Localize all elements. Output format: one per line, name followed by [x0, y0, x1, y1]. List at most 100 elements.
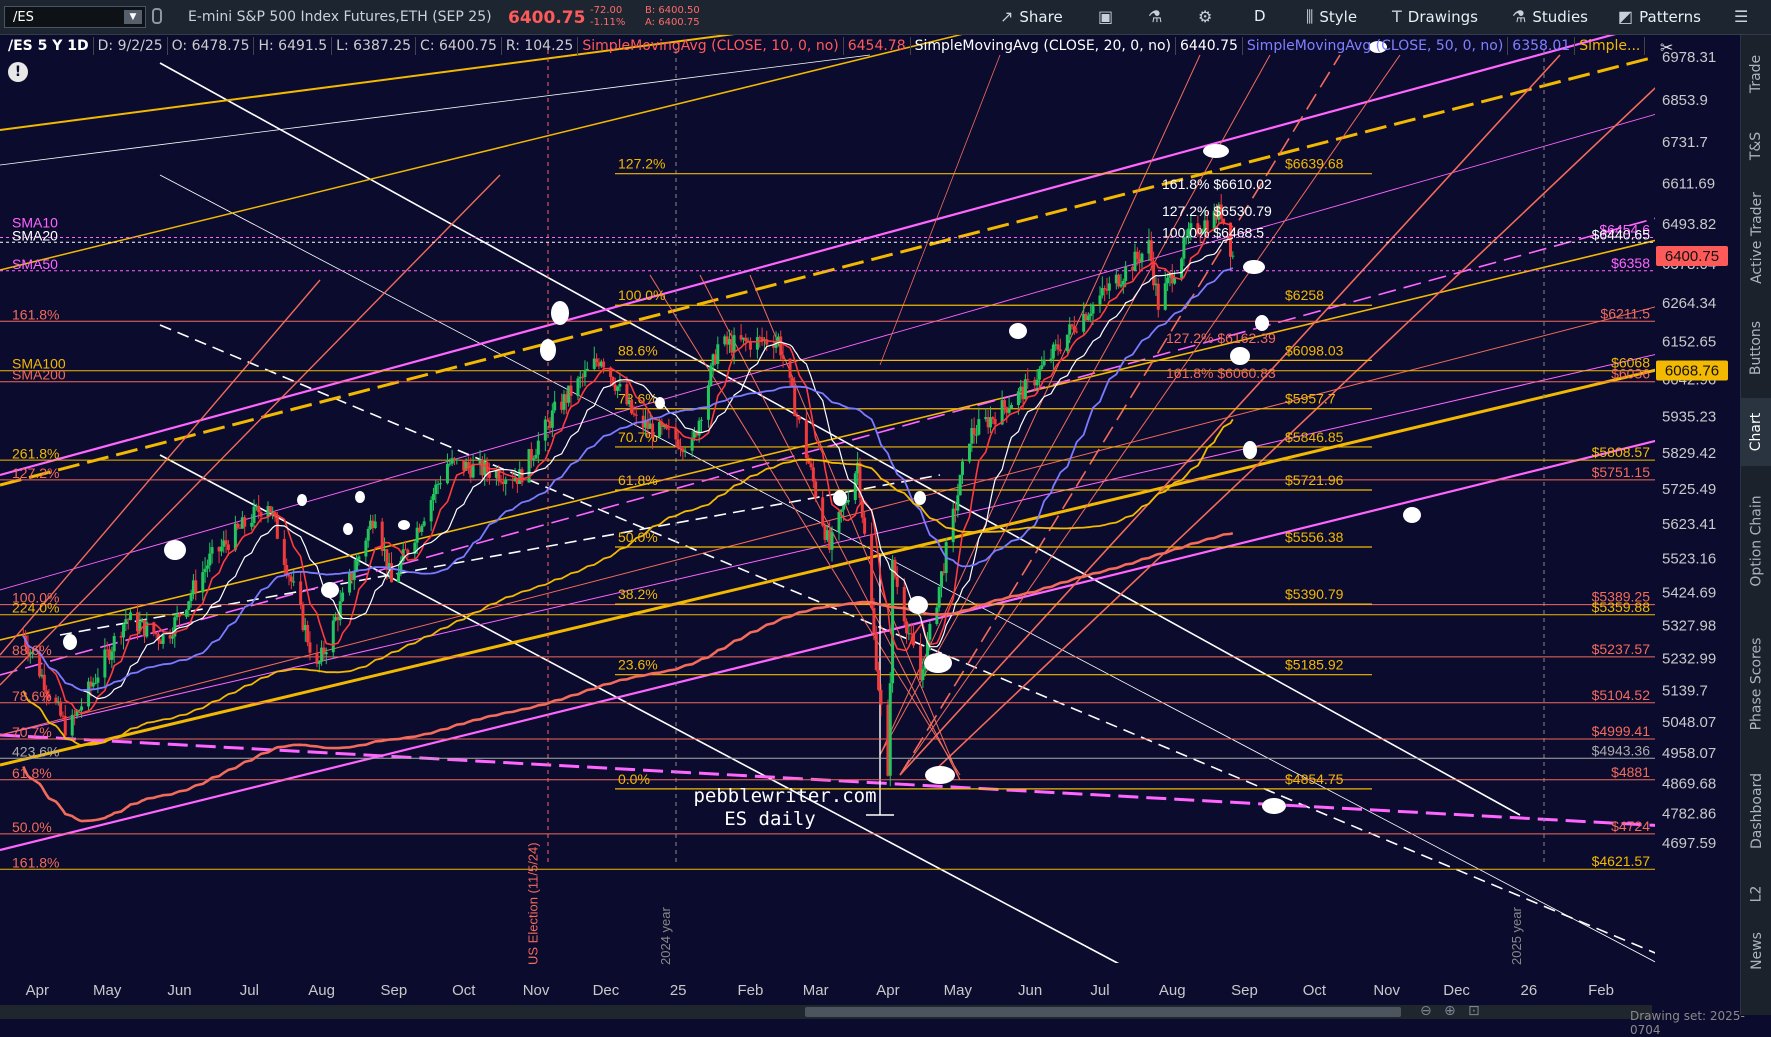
- candle-body: [797, 416, 801, 420]
- candle-body: [455, 459, 459, 461]
- candle-body: [1051, 344, 1055, 359]
- chevron-down-icon[interactable]: ▼: [124, 10, 142, 24]
- candle-body: [1086, 315, 1090, 321]
- right-tab-active-trader[interactable]: Active Trader: [1741, 178, 1771, 298]
- alert-icon[interactable]: !: [8, 62, 28, 82]
- candle-body: [1173, 277, 1177, 284]
- sma50-value: 6358.01: [1508, 37, 1576, 55]
- candle-body: [1091, 304, 1095, 314]
- right-tab-buttons[interactable]: Buttons: [1741, 298, 1771, 398]
- candle-body: [1023, 379, 1027, 400]
- candle-body: [956, 495, 960, 511]
- chart-tools-icon[interactable]: ✂: [1660, 38, 1673, 57]
- settings-button[interactable]: ⚙: [1198, 7, 1212, 26]
- right-tab-dashboard[interactable]: Dashboard: [1741, 751, 1771, 871]
- fib-price-label: $6639.68: [1285, 156, 1344, 172]
- fib-price-label: $6098.03: [1285, 342, 1344, 358]
- candle-body: [583, 370, 587, 378]
- left-level-label: 261.8%: [12, 445, 59, 461]
- right-tab-chart[interactable]: Chart: [1741, 398, 1771, 466]
- patterns-button[interactable]: ◩ Patterns: [1618, 7, 1701, 26]
- candle-body: [110, 651, 114, 660]
- candle-body: [716, 344, 720, 364]
- drawings-button[interactable]: T Drawings: [1392, 7, 1478, 26]
- zoom-out-icon[interactable]: ⊖: [1420, 1003, 1432, 1019]
- left-level-label: 423.6%: [12, 743, 59, 759]
- fib-pct-label: 88.6%: [618, 342, 658, 358]
- price-chart[interactable]: 127.2% $6639.68 100.0% $6258 88.6% $6098.03 78…: [0, 35, 1740, 1001]
- candle-body: [1140, 253, 1144, 263]
- fib-price-label: $6258: [1285, 287, 1324, 303]
- candle-body: [275, 516, 279, 539]
- candle-body: [208, 553, 212, 566]
- candle-body: [189, 594, 193, 602]
- candle-body: [1149, 240, 1153, 262]
- candle-body: [536, 440, 540, 455]
- candle-body: [961, 461, 964, 475]
- candle-body: [632, 413, 636, 415]
- candle-body: [863, 517, 867, 534]
- sma10-label[interactable]: SimpleMovingAvg (CLOSE, 10, 0, no): [578, 37, 844, 55]
- candle-body: [940, 571, 944, 587]
- zoom-fit-icon[interactable]: ⊡: [1468, 1003, 1480, 1019]
- time-tick-label: Dec: [1443, 982, 1470, 999]
- right-level-label: $5104.52: [1592, 687, 1651, 703]
- right-tab-l2[interactable]: L2: [1741, 871, 1771, 916]
- candle-body: [809, 463, 813, 468]
- candle-body: [434, 484, 438, 495]
- fib-price-label: $5957.7: [1285, 391, 1336, 407]
- snapshot-button[interactable]: ▣: [1098, 7, 1113, 26]
- right-level-label: $4881: [1611, 764, 1650, 780]
- menu-button[interactable]: ☰: [1734, 7, 1748, 26]
- right-level-label: $4621.57: [1592, 853, 1651, 869]
- zoom-in-icon[interactable]: ⊕: [1444, 1003, 1456, 1019]
- right-tab-label: Phase Scores: [1748, 637, 1765, 730]
- candle-body: [872, 608, 876, 634]
- candle-body: [250, 522, 254, 527]
- share-button[interactable]: ↗ Share: [1000, 7, 1063, 26]
- candle-body: [364, 540, 368, 557]
- sma50-label[interactable]: SimpleMovingAvg (CLOSE, 50, 0, no): [1243, 37, 1509, 55]
- time-tick-label: Oct: [1303, 982, 1327, 999]
- candle-body: [1119, 284, 1123, 287]
- price-tag-label: 6400.75: [1665, 248, 1719, 265]
- candle-body: [1124, 267, 1128, 281]
- right-tab-t-s[interactable]: T&S: [1741, 113, 1771, 178]
- candle-body: [837, 511, 841, 532]
- candle-body: [811, 467, 815, 482]
- share-icon: ↗: [1000, 7, 1014, 26]
- candle-body: [219, 546, 223, 552]
- flask-button[interactable]: ⚗: [1148, 7, 1162, 26]
- study-date: D: 9/2/25: [94, 37, 168, 55]
- candle-body: [972, 427, 976, 435]
- candle-body: [732, 335, 736, 353]
- study-high: H: 6491.5: [254, 37, 333, 55]
- scrollbar-thumb[interactable]: [805, 1007, 1401, 1017]
- timeframe-button[interactable]: D: [1254, 7, 1266, 25]
- candle-body: [226, 544, 230, 551]
- fib-price-label: $5185.92: [1285, 657, 1344, 673]
- right-tab-label: News: [1748, 932, 1765, 970]
- right-tab-news[interactable]: News: [1741, 916, 1771, 986]
- drawing-set-label: Drawing set: 2025-0704: [1630, 1009, 1745, 1037]
- candle-body: [268, 506, 272, 513]
- top-fib-label: 100.0% $6468.5: [1162, 225, 1264, 241]
- studies-button[interactable]: ⚗ Studies: [1512, 7, 1588, 26]
- right-tab-option-chain[interactable]: Option Chain: [1741, 466, 1771, 616]
- more-studies-label[interactable]: Simple...: [1575, 37, 1646, 55]
- sma20-label[interactable]: SimpleMovingAvg (CLOSE, 20, 0, no): [911, 37, 1176, 55]
- price-tick-label: 6493.82: [1662, 216, 1716, 233]
- candle-body: [170, 636, 174, 639]
- candle-body: [937, 586, 941, 608]
- symbol-selector[interactable]: /ES ▼: [4, 6, 146, 28]
- candle-body: [921, 669, 925, 681]
- fib-price-label: $5846.85: [1285, 429, 1344, 445]
- study-symbol: /ES 5 Y 1D: [4, 37, 94, 55]
- link-icon[interactable]: [152, 8, 162, 24]
- candle-body: [651, 423, 655, 438]
- right-tab-trade[interactable]: Trade: [1741, 35, 1771, 113]
- candle-body: [1035, 379, 1039, 386]
- candle-body: [846, 500, 850, 503]
- right-tab-phase-scores[interactable]: Phase Scores: [1741, 616, 1771, 751]
- style-button[interactable]: ⫼ Style: [1306, 7, 1357, 27]
